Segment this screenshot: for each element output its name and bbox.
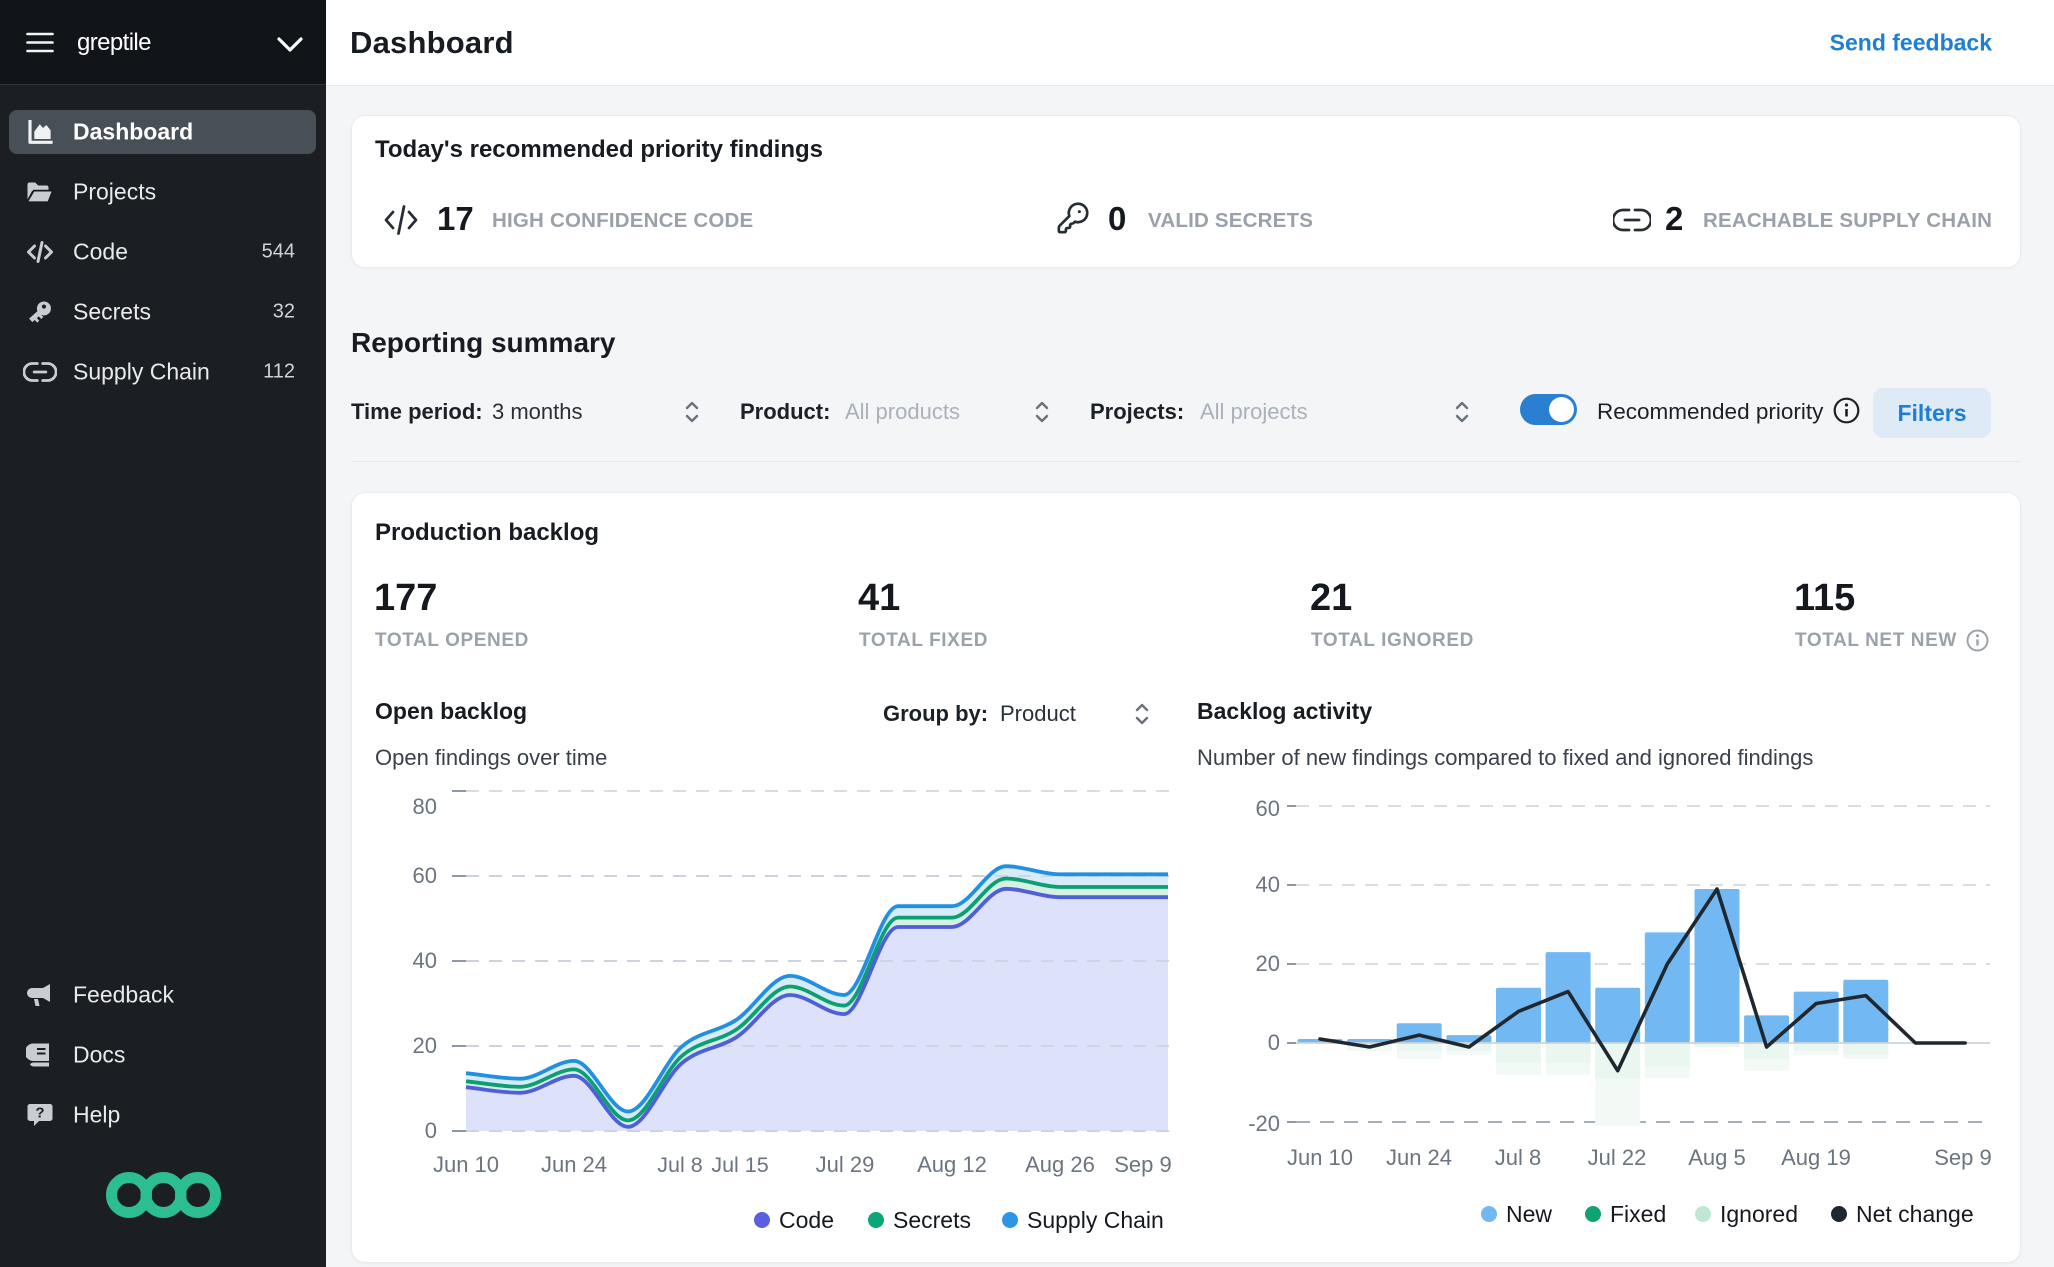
svg-text:Aug 12: Aug 12 [917, 1152, 987, 1177]
svg-text:Jun 10: Jun 10 [1287, 1145, 1353, 1170]
svg-text:Jun 24: Jun 24 [541, 1152, 607, 1177]
svg-text:0: 0 [1268, 1030, 1280, 1055]
svg-text:Aug 5: Aug 5 [1688, 1145, 1746, 1170]
svg-text:Jul 22: Jul 22 [1588, 1145, 1647, 1170]
svg-text:Aug 26: Aug 26 [1025, 1152, 1095, 1177]
svg-text:20: 20 [1256, 951, 1280, 976]
svg-text:60: 60 [413, 863, 437, 888]
svg-text:0: 0 [425, 1118, 437, 1143]
svg-text:60: 60 [1256, 796, 1280, 821]
svg-text:New: New [1506, 1201, 1552, 1227]
svg-text:Code: Code [779, 1207, 834, 1233]
svg-text:Jul 15: Jul 15 [711, 1153, 768, 1177]
svg-text:Jun 10: Jun 10 [433, 1152, 499, 1177]
svg-text:Sep 9: Sep 9 [1114, 1152, 1172, 1177]
svg-text:Sep 9: Sep 9 [1934, 1145, 1992, 1170]
svg-text:Secrets: Secrets [893, 1207, 971, 1233]
svg-text:Ignored: Ignored [1720, 1201, 1798, 1227]
svg-text:?: ? [35, 1105, 44, 1122]
svg-text:80: 80 [413, 794, 437, 819]
svg-text:Aug 19: Aug 19 [1781, 1145, 1851, 1170]
svg-text:40: 40 [1256, 872, 1280, 897]
svg-text:Fixed: Fixed [1610, 1201, 1666, 1227]
svg-text:20: 20 [413, 1033, 437, 1058]
svg-text:Supply Chain: Supply Chain [1027, 1207, 1164, 1233]
svg-text:-20: -20 [1248, 1111, 1280, 1136]
svg-text:Jul 8: Jul 8 [1495, 1145, 1541, 1170]
svg-text:Jul 8: Jul 8 [657, 1153, 702, 1177]
svg-text:Net change: Net change [1856, 1201, 1974, 1227]
svg-text:Jul 29: Jul 29 [816, 1152, 875, 1177]
svg-text:Jun 24: Jun 24 [1386, 1145, 1452, 1170]
svg-text:40: 40 [413, 948, 437, 973]
